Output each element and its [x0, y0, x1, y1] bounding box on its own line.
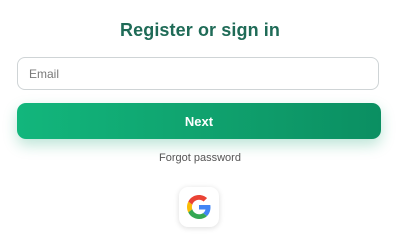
page-title: Register or sign in [120, 20, 280, 40]
google-g-icon [187, 195, 211, 219]
sign-in-page: Register or sign in Next Forgot password [0, 0, 400, 251]
next-button[interactable]: Next [17, 103, 381, 139]
email-field[interactable] [17, 57, 379, 90]
forgot-password-link[interactable]: Forgot password [0, 152, 400, 164]
google-sign-in-button[interactable] [179, 187, 219, 227]
